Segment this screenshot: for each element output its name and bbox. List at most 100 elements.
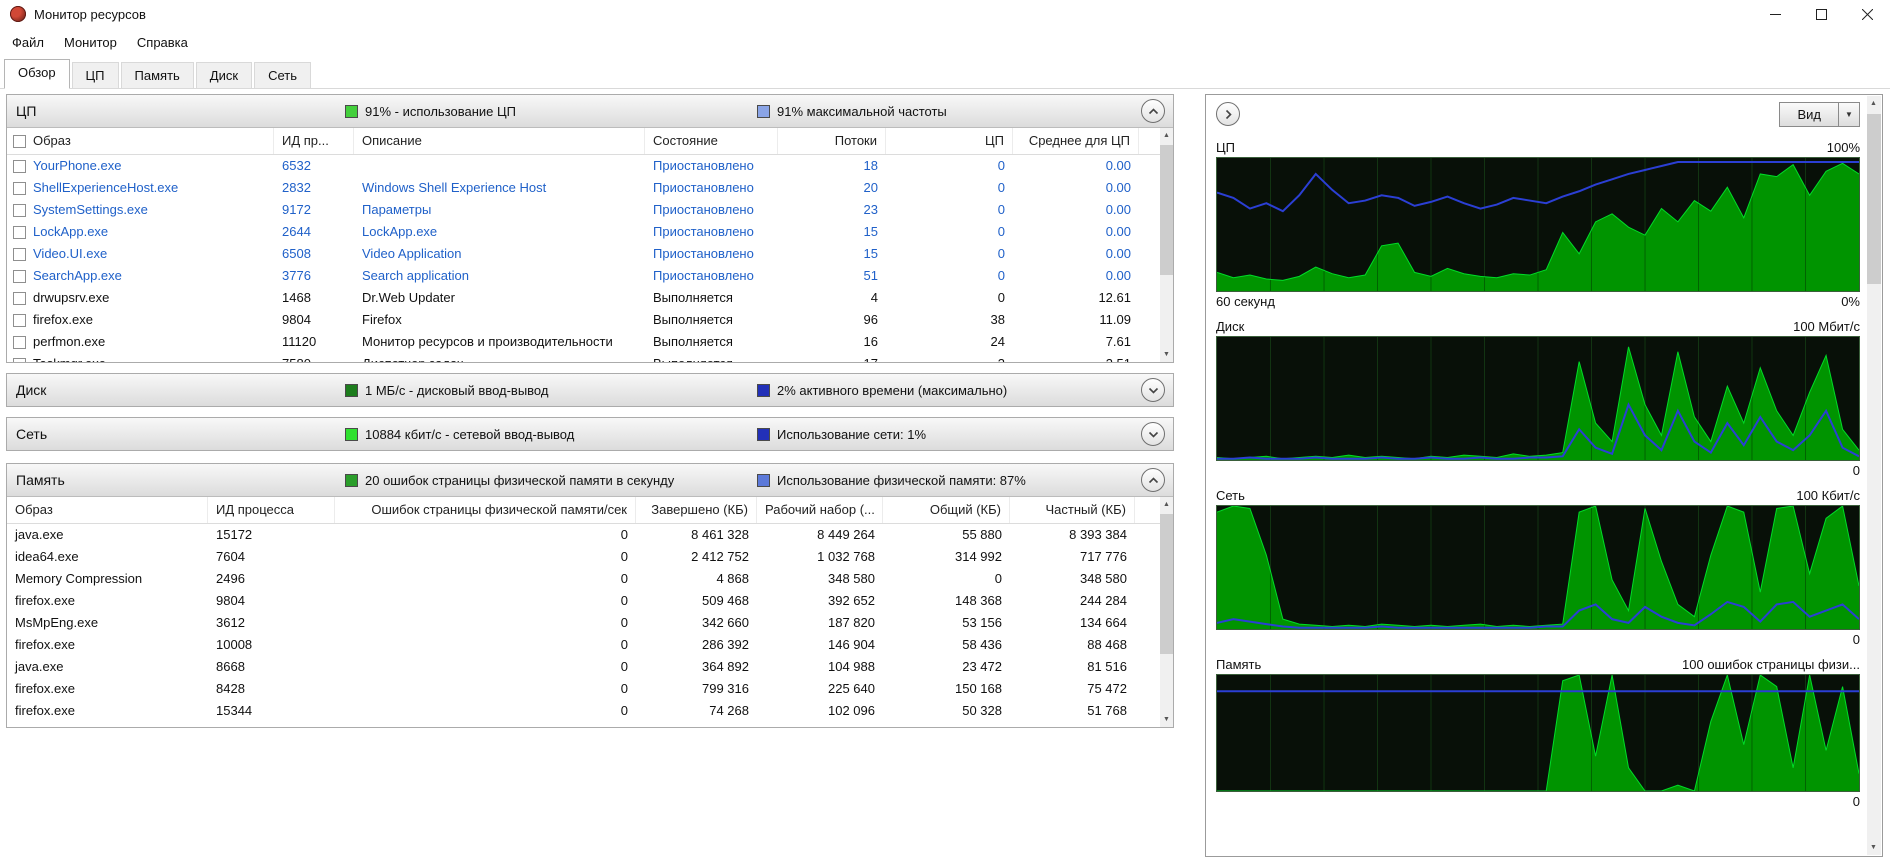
cpu-process-row[interactable]: LockApp.exe 2644 LockApp.exe Приостановлено… xyxy=(7,221,1160,243)
network-expand-button[interactable] xyxy=(1141,422,1165,446)
row-checkbox[interactable] xyxy=(13,313,26,327)
cpu-chart-title: ЦП xyxy=(1216,140,1235,155)
memory-process-row[interactable]: firefox.exe 8428 0 799 316 225 640 150 168 75 … xyxy=(7,678,1160,700)
disk-section-header[interactable]: Диск 1 МБ/с - дисковый ввод-вывод 2% акт… xyxy=(7,374,1173,406)
memory-process-row[interactable]: java.exe 8668 0 364 892 104 988 23 472 81 516 xyxy=(7,656,1160,678)
memory-section-header[interactable]: Память 20 ошибок страницы физической пам… xyxy=(7,464,1173,496)
view-dropdown-arrow[interactable]: ▼ xyxy=(1839,102,1860,127)
scroll-up-arrow[interactable]: ▲ xyxy=(1867,96,1880,111)
memory-collapse-button[interactable] xyxy=(1141,468,1165,492)
cpu-usage-legend-swatch xyxy=(345,104,358,118)
scroll-down-arrow[interactable]: ▼ xyxy=(1867,840,1880,855)
minimize-button[interactable] xyxy=(1752,0,1798,28)
row-checkbox[interactable] xyxy=(13,203,26,217)
cell-image: drwupsrv.exe xyxy=(7,287,274,309)
menu-help[interactable]: Справка xyxy=(127,35,198,50)
memory-process-row[interactable]: Memory Compression 2496 0 4 868 348 580 0 348 … xyxy=(7,568,1160,590)
cpu-process-row[interactable]: SearchApp.exe 3776 Search application Приос… xyxy=(7,265,1160,287)
tab-overview[interactable]: Обзор xyxy=(4,59,70,89)
mem-col-shareable[interactable]: Общий (КБ) xyxy=(883,497,1010,523)
row-checkbox[interactable] xyxy=(13,335,26,349)
cell-commit: 286 392 xyxy=(702,637,749,652)
cell-working-set: 87 696 xyxy=(757,722,883,727)
network-section-header[interactable]: Сеть 10884 кбит/с - сетевой ввод-вывод И… xyxy=(7,418,1173,450)
mem-col-faults[interactable]: Ошибок страницы физической памяти/сек xyxy=(335,497,636,523)
scrollbar-thumb[interactable] xyxy=(1160,145,1173,275)
memory-process-row[interactable]: MsMpEng.exe 3612 0 342 660 187 820 53 156 134 … xyxy=(7,612,1160,634)
mem-col-pid[interactable]: ИД процесса xyxy=(208,497,335,523)
cell-average: 0.00 xyxy=(1105,202,1131,217)
cpu-col-image[interactable]: Образ xyxy=(7,128,274,154)
memory-process-row[interactable]: firefox.exe 9804 0 509 468 392 652 148 368 244… xyxy=(7,590,1160,612)
memory-table-scrollbar[interactable]: ▲ ▼ xyxy=(1160,497,1173,727)
cpu-table-scrollbar[interactable]: ▲ ▼ xyxy=(1160,128,1173,362)
cpu-process-row[interactable]: perfmon.exe 11120 Монитор ресурсов и произ… xyxy=(7,331,1160,353)
tab-network[interactable]: Сеть xyxy=(254,62,311,88)
row-checkbox[interactable] xyxy=(13,269,26,283)
row-checkbox[interactable] xyxy=(13,247,26,261)
cell-image: Memory Compression xyxy=(15,571,143,586)
section-network: Сеть 10884 кбит/с - сетевой ввод-вывод И… xyxy=(6,417,1174,451)
cell-cpu: 0 xyxy=(997,268,1005,283)
row-checkbox[interactable] xyxy=(13,357,26,362)
mem-col-working-set[interactable]: Рабочий набор (... xyxy=(757,497,883,523)
mem-col-private[interactable]: Частный (КБ) xyxy=(1010,497,1135,523)
cpu-process-row[interactable]: drwupsrv.exe 1468 Dr.Web Updater Выполняетс… xyxy=(7,287,1160,309)
cpu-col-status[interactable]: Состояние xyxy=(645,128,778,154)
cpu-process-row[interactable]: Taskmgr.exe7580Диспетчер задачВыполняетс… xyxy=(7,353,1160,362)
cpu-collapse-button[interactable] xyxy=(1141,99,1165,123)
cpu-process-row[interactable]: firefox.exe 9804 Firefox Выполняется 96 38 11.… xyxy=(7,309,1160,331)
cpu-col-pid[interactable]: ИД пр... xyxy=(274,128,354,154)
scrollbar-thumb[interactable] xyxy=(1867,114,1881,284)
memory-process-row[interactable]: firefox.exe 15344 0 74 268 102 096 50 328 51 7… xyxy=(7,700,1160,722)
memory-process-row[interactable]: idea64.exe 7604 0 2 412 752 1 032 768 314 992… xyxy=(7,546,1160,568)
cell-hard-faults: 0 xyxy=(620,527,628,542)
chevron-down-icon xyxy=(1148,387,1158,394)
cpu-col-cpu[interactable]: ЦП xyxy=(886,128,1013,154)
charts-panel-header: Вид ▼ xyxy=(1206,95,1882,133)
memory-process-row[interactable]: firefox.exe 10008 0 286 392 146 904 58 436 88 … xyxy=(7,634,1160,656)
memory-faults-legend-swatch xyxy=(345,473,358,487)
cpu-col-threads[interactable]: Потоки xyxy=(778,128,886,154)
mem-col-image[interactable]: Образ xyxy=(7,497,208,523)
tab-disk[interactable]: Диск xyxy=(195,62,253,88)
cpu-process-row[interactable]: YourPhone.exe 6532 Приостановлено 18 0 0.00 xyxy=(7,155,1160,177)
select-all-checkbox[interactable] xyxy=(13,134,26,148)
cell-image: idea64.exe xyxy=(15,549,79,564)
menu-monitor[interactable]: Монитор xyxy=(54,35,127,50)
cell-status: Выполняется xyxy=(653,290,733,305)
disk-io-legend: 1 МБ/с - дисковый ввод-вывод xyxy=(345,374,548,406)
row-checkbox[interactable] xyxy=(13,225,26,239)
network-section-title: Сеть xyxy=(16,426,48,442)
cpu-section-header[interactable]: ЦП 91% - использование ЦП 91% максимальн… xyxy=(7,95,1173,127)
charts-panel: Вид ▼ ЦП 100% 60 секунд 0% Диск 100 Мбит… xyxy=(1205,94,1883,857)
cell-description: Video Application xyxy=(362,246,462,261)
row-checkbox[interactable] xyxy=(13,159,26,173)
cell-average: 11.09 xyxy=(1099,312,1131,327)
row-checkbox[interactable] xyxy=(13,181,26,195)
maximize-button[interactable] xyxy=(1798,0,1844,28)
cell-hard-faults: 0 xyxy=(620,593,628,608)
tab-cpu[interactable]: ЦП xyxy=(71,62,119,88)
scroll-up-arrow[interactable]: ▲ xyxy=(1160,128,1173,143)
memory-process-row[interactable]: firefox.exe90041359 34087 69645 81641 88… xyxy=(7,722,1160,727)
menu-file[interactable]: Файл xyxy=(2,35,54,50)
scrollbar-thumb[interactable] xyxy=(1160,514,1173,654)
cpu-col-average[interactable]: Среднее для ЦП xyxy=(1013,128,1139,154)
charts-panel-scrollbar[interactable]: ▲ ▼ xyxy=(1867,96,1881,855)
memory-process-row[interactable]: java.exe 15172 0 8 461 328 8 449 264 55 880 8 … xyxy=(7,524,1160,546)
scroll-up-arrow[interactable]: ▲ xyxy=(1160,497,1173,512)
cpu-process-row[interactable]: Video.UI.exe 6508 Video Application Приоста… xyxy=(7,243,1160,265)
charts-collapse-button[interactable] xyxy=(1216,102,1240,126)
disk-expand-button[interactable] xyxy=(1141,378,1165,402)
view-button[interactable]: Вид xyxy=(1779,102,1839,127)
scroll-down-arrow[interactable]: ▼ xyxy=(1160,712,1173,727)
row-checkbox[interactable] xyxy=(13,291,26,305)
tab-memory[interactable]: Память xyxy=(120,62,194,88)
cpu-process-row[interactable]: ShellExperienceHost.exe 2832 Windows Shell… xyxy=(7,177,1160,199)
close-button[interactable] xyxy=(1844,0,1890,28)
cpu-process-row[interactable]: SystemSettings.exe 9172 Параметры Приостано… xyxy=(7,199,1160,221)
mem-col-commit[interactable]: Завершено (КБ) xyxy=(636,497,757,523)
scroll-down-arrow[interactable]: ▼ xyxy=(1160,347,1173,362)
cpu-col-description[interactable]: Описание xyxy=(354,128,645,154)
